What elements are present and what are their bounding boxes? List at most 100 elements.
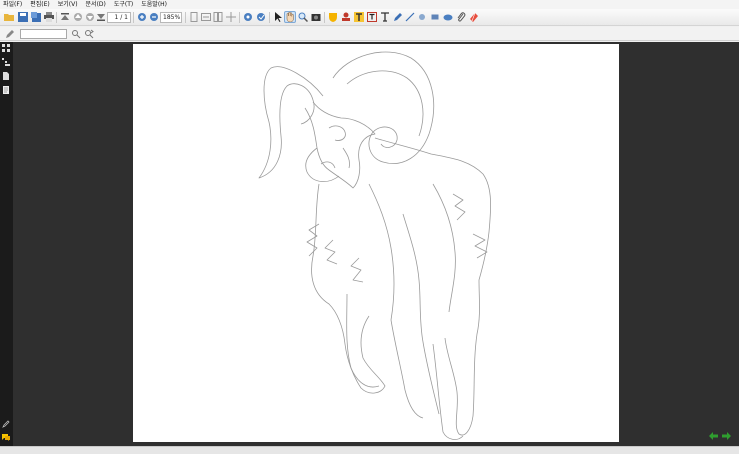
magnifier-icon: [298, 12, 308, 22]
menu-document[interactable]: 문서(D): [86, 0, 106, 9]
last-page-icon: [97, 14, 105, 21]
fit-page-button[interactable]: [188, 11, 200, 23]
text-icon: [354, 12, 364, 22]
save-icon: [18, 12, 28, 22]
thumbnails-tab[interactable]: [1, 43, 11, 53]
pages-tab[interactable]: [1, 71, 11, 81]
cloud-icon: [443, 14, 453, 21]
eraser-tool-button[interactable]: [468, 11, 480, 23]
ellipse-icon: [419, 14, 425, 20]
document-view[interactable]: [13, 42, 739, 446]
print-button[interactable]: [43, 11, 55, 23]
pencil-tool-button[interactable]: [392, 11, 404, 23]
ram-body: [311, 137, 492, 436]
find-next-button[interactable]: [83, 28, 95, 40]
select-tool-button[interactable]: [272, 11, 284, 23]
main-toolbar: 1 / 1 185%: [0, 9, 739, 26]
pen-icon: [6, 30, 14, 38]
toolbar-separator: [56, 12, 57, 23]
menu-file[interactable]: 파일(F): [3, 0, 22, 9]
zoom-out-button[interactable]: [148, 11, 160, 23]
folder-icon: [4, 14, 14, 21]
hand-tool-button[interactable]: [284, 11, 296, 23]
comments-tab[interactable]: [1, 432, 11, 442]
save-button[interactable]: [17, 11, 29, 23]
facing-page-button[interactable]: [225, 11, 237, 23]
menu-help[interactable]: 도움말(H): [141, 0, 167, 9]
fit-width-button[interactable]: [200, 11, 212, 23]
menu-tools[interactable]: 도구(T): [114, 0, 133, 9]
save-as-icon: [31, 12, 41, 22]
rotate-left-button[interactable]: [242, 11, 254, 23]
ram-legs: [346, 293, 464, 440]
line-tool-button[interactable]: [404, 11, 416, 23]
zoom-level-input[interactable]: 185%: [160, 12, 182, 23]
page-number-input[interactable]: 1 / 1: [107, 12, 131, 23]
cloud-tool-button[interactable]: [442, 11, 454, 23]
camera-icon: [311, 14, 321, 21]
shield-icon: [329, 13, 337, 22]
menu-bar: 파일(F) 편집(E) 보기(V) 문서(D) 도구(T) 도움말(H): [0, 0, 739, 9]
printer-icon: [44, 12, 54, 22]
pdf-page[interactable]: [133, 44, 619, 442]
outline-icon: [2, 58, 10, 66]
menu-edit[interactable]: 편집(E): [30, 0, 50, 9]
zoom-tool-button[interactable]: [297, 11, 309, 23]
toolbar-separator: [239, 12, 240, 23]
previous-view-button[interactable]: [709, 432, 718, 440]
paperclip-icon: [457, 12, 466, 22]
ram-face-detail: [320, 125, 350, 169]
rectangle-tool-button[interactable]: [429, 11, 441, 23]
fit-width-icon: [201, 13, 211, 21]
typewriter-button[interactable]: [379, 11, 391, 23]
find-previous-icon: [72, 30, 81, 39]
find-next-icon: [85, 29, 94, 39]
attachments-tab[interactable]: [1, 85, 11, 95]
save-as-button[interactable]: [30, 11, 42, 23]
stamp-button[interactable]: [340, 11, 352, 23]
continuous-page-button[interactable]: [212, 11, 224, 23]
facing-page-icon: [226, 12, 236, 22]
typewriter-icon: [381, 12, 389, 22]
hand-icon: [286, 12, 294, 22]
toolbar-separator: [269, 12, 270, 23]
next-view-button[interactable]: [722, 432, 731, 440]
ellipse-tool-button[interactable]: [416, 11, 428, 23]
left-sidebar: [0, 42, 13, 446]
rotate-right-button[interactable]: [255, 11, 267, 23]
arrow-left-icon: [709, 432, 718, 440]
open-folder-button[interactable]: [3, 11, 15, 23]
line-icon: [405, 12, 415, 22]
highlight-button[interactable]: [327, 11, 339, 23]
previous-page-button[interactable]: [72, 11, 84, 23]
last-page-button[interactable]: [95, 11, 107, 23]
zoom-out-icon: [150, 13, 158, 21]
toolbar-separator: [185, 12, 186, 23]
search-input[interactable]: [20, 29, 67, 39]
text-box-icon: [367, 12, 377, 22]
zoom-unit: %: [174, 14, 181, 21]
annotation-pen-button[interactable]: [4, 28, 16, 40]
find-toolbar: [0, 27, 739, 41]
zoom-value: 185: [163, 14, 175, 21]
text-box-button[interactable]: [366, 11, 378, 23]
zoom-in-button[interactable]: [136, 11, 148, 23]
menu-view[interactable]: 보기(V): [58, 0, 78, 9]
cursor-icon: [275, 12, 282, 22]
add-text-button[interactable]: [353, 11, 365, 23]
pencil-icon: [394, 13, 402, 21]
current-page: 1: [114, 14, 119, 21]
arrow-down-icon: [86, 13, 94, 21]
ram-left-horn: [258, 66, 324, 179]
first-page-icon: [61, 13, 69, 20]
attach-file-button[interactable]: [455, 11, 467, 23]
snapshot-tool-button[interactable]: [310, 11, 322, 23]
bookmarks-tab[interactable]: [1, 57, 11, 67]
rotate-right-icon: [257, 13, 265, 21]
comment-icon: [2, 434, 10, 441]
signature-tab[interactable]: [1, 419, 11, 429]
page-separator: /: [120, 14, 123, 21]
first-page-button[interactable]: [59, 11, 71, 23]
thumbnails-icon: [2, 44, 10, 52]
find-previous-button[interactable]: [70, 28, 82, 40]
